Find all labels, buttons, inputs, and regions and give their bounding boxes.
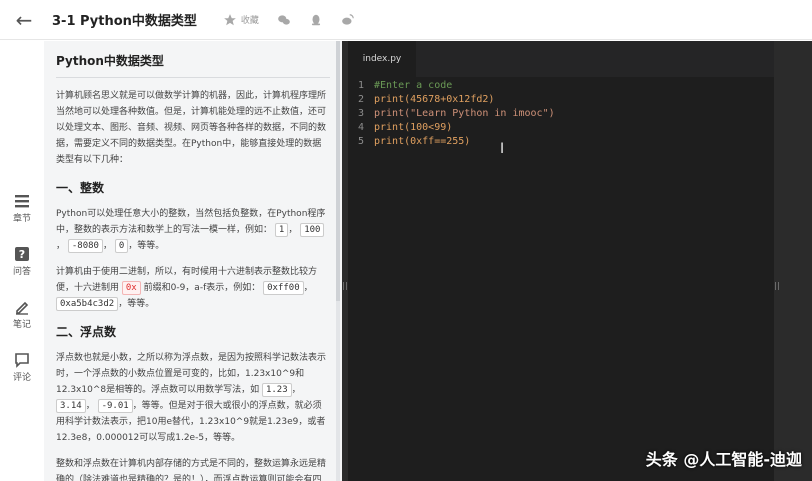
qq-share-button[interactable]: [309, 13, 323, 27]
code-snippet: 1.23: [261, 383, 292, 397]
line-number: 5: [357, 136, 364, 147]
article-intro: 计算机顾名思义就是可以做数学计算的机器，因此，计算机程序理所当然地可以处理各种数…: [56, 91, 327, 165]
favorite-button[interactable]: 收藏: [223, 13, 259, 27]
arrow-left-icon: ←: [15, 7, 33, 32]
section-integers-title: 一、整数: [56, 181, 105, 195]
right-pane-splitter[interactable]: ||: [774, 41, 812, 481]
rail-item-notes[interactable]: 笔记: [0, 299, 44, 330]
section-floats-title: 二、浮点数: [56, 325, 117, 339]
code-snippet: 0xff00: [263, 281, 304, 295]
rail-item-comments[interactable]: 评论: [0, 352, 44, 383]
rail-label-comments: 评论: [12, 373, 31, 383]
rail-label-qa: 问答: [12, 267, 31, 277]
code-snippet: 0: [114, 239, 129, 253]
question-icon: ?: [15, 247, 29, 261]
drag-handle-icon[interactable]: ||: [774, 280, 780, 292]
share-actions: 收藏: [223, 13, 355, 27]
star-icon: [224, 13, 236, 25]
section-integers-p1: Python可以处理任意大小的整数，当然包括负整数，在Python程序中，整数的…: [56, 209, 326, 253]
line-code[interactable]: print(45678+0x12fd2): [374, 93, 494, 107]
svg-text:?: ?: [19, 248, 25, 261]
rail-label-chapters: 章节: [12, 214, 31, 224]
weibo-share-button[interactable]: [341, 13, 355, 27]
code-lines[interactable]: 1 #Enter a code 2 print(45678+0x12fd2) 3…: [348, 79, 774, 149]
line-code[interactable]: #Enter a code: [374, 79, 452, 93]
line-number: 3: [357, 108, 364, 119]
code-snippet: 0xa5b4c3d2: [56, 297, 119, 311]
section-integers-p2: 计算机由于使用二进制，所以，有时候用十六进制表示整数比较方便，十六进制用 0x …: [56, 267, 318, 311]
rail-item-chapters[interactable]: 章节: [0, 193, 44, 224]
section-floats-p1: 浮点数也就是小数，之所以称为浮点数，是因为按照科学记数法表示时，一个浮点数的小数…: [56, 353, 327, 443]
left-rail: 章节 ? 问答 笔记 评论: [0, 41, 44, 481]
top-bar: ← 3-1 Python中数据类型 收藏: [0, 0, 812, 40]
rail-label-notes: 笔记: [12, 320, 31, 330]
code-line[interactable]: 5 print(0xff==255): [348, 135, 774, 149]
pencil-icon: [16, 301, 29, 315]
text: ，等等。: [118, 299, 155, 309]
code-snippet: 3.14: [56, 399, 86, 413]
code-line[interactable]: 4 print(100<99): [348, 121, 774, 135]
code-line[interactable]: 1 #Enter a code: [348, 79, 774, 93]
code-line[interactable]: 3 print("Learn Python in imooc"): [348, 107, 774, 121]
favorite-label: 收藏: [240, 16, 259, 26]
code-snippet: -9.01: [97, 399, 133, 413]
tab-index-py[interactable]: index.py: [348, 41, 416, 77]
scrollbar-thumb[interactable]: [336, 41, 340, 301]
wechat-icon: [278, 14, 290, 25]
article-scrollbar[interactable]: [336, 41, 340, 481]
weibo-icon: [342, 13, 354, 25]
line-code[interactable]: print(0xff==255): [374, 135, 470, 149]
back-button[interactable]: ←: [0, 0, 48, 40]
wechat-share-button[interactable]: [277, 13, 291, 27]
page-title: 3-1 Python中数据类型: [52, 14, 197, 29]
qq-penguin-icon: [311, 14, 321, 25]
code-snippet: 100: [300, 223, 325, 237]
text: ，等等。: [128, 241, 165, 251]
code-snippet: -8080: [67, 239, 103, 253]
lesson-article: Python中数据类型 计算机顾名思义就是可以做数学计算的机器，因此，计算机程序…: [44, 41, 342, 481]
line-number: 1: [357, 80, 364, 91]
code-snippet: 1: [274, 223, 289, 237]
editor-tab-bar: index.py: [348, 41, 774, 77]
code-line[interactable]: 2 print(45678+0x12fd2): [348, 93, 774, 107]
article-title: Python中数据类型: [56, 53, 330, 78]
line-code[interactable]: print("Learn Python in imooc"): [374, 107, 555, 121]
line-number: 4: [357, 122, 364, 133]
text: ，等等。但是对于很大或很小的浮点数，就必须用科学计数法表示，把10用e替代，1.…: [56, 401, 326, 443]
comment-icon: [15, 353, 29, 368]
code-snippet: 0x: [121, 281, 141, 295]
line-code[interactable]: print(100<99): [374, 121, 452, 135]
watermark: 头条 @人工智能-迪迦: [645, 450, 802, 469]
code-editor[interactable]: index.py 1 #Enter a code 2 print(45678+0…: [348, 41, 774, 481]
list-icon: [15, 195, 29, 208]
text: 前缀和0-9，a-f表示，例如：: [143, 283, 261, 293]
line-number: 2: [357, 94, 364, 105]
section-floats-p2: 整数和浮点数在计算机内部存储的方式是不同的，整数运算永远是精确的（除法难道也是精…: [56, 459, 327, 481]
text-cursor-icon: I: [500, 141, 505, 157]
rail-item-qa[interactable]: ? 问答: [0, 246, 44, 277]
